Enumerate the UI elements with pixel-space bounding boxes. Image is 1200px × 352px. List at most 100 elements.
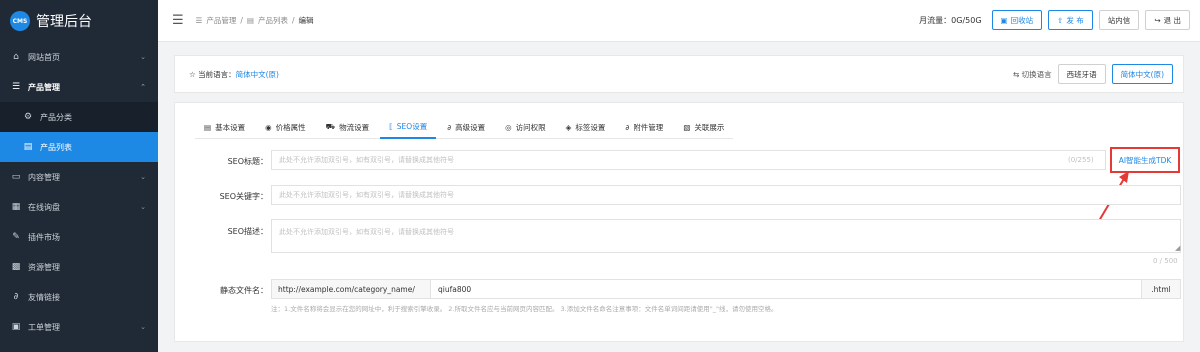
language-switcher: ⇆ 切换语言 西班牙语 简体中文(原) <box>1013 64 1173 84</box>
tab-label: 附件管理 <box>633 122 664 132</box>
messages-button[interactable]: 站内信 <box>1098 10 1140 30</box>
sidebar-item-label: 插件市场 <box>28 232 60 242</box>
sidebar-item-label: 内容管理 <box>28 172 60 182</box>
tab-logistics[interactable]: ⛟ 物流设置 <box>317 115 378 139</box>
publish-button[interactable]: ⇧ 发 布 <box>1048 10 1093 30</box>
sidebar-item-inquiries[interactable]: ▦ 在线询盘 ⌄ <box>0 192 158 222</box>
seo-title-input[interactable]: 此处不允许添加双引号，如有双引号，请替换成其他符号 <box>271 150 1106 170</box>
list-icon: ▤ <box>23 142 33 152</box>
seo-icon: ⟦ <box>389 121 393 131</box>
sidebar-item-plugin-market[interactable]: ✎ 插件市场 <box>0 222 158 252</box>
category-icon: ⚙ <box>23 112 33 122</box>
chevron-down-icon: ⌄ <box>140 203 146 211</box>
seo-keywords-label: SEO关键字： <box>219 192 268 201</box>
sidebar-item-product-list[interactable]: ▤ 产品列表 <box>0 132 158 162</box>
tab-label: 价格属性 <box>275 122 306 132</box>
language-option-chinese[interactable]: 简体中文(原) <box>1111 64 1173 84</box>
current-language-value: 简体中文(原) <box>235 69 279 79</box>
sidebar-item-home[interactable]: ⌂ 网站首页 ⌄ <box>0 42 158 72</box>
basic-icon: ▤ <box>204 122 212 132</box>
tab-price-attributes[interactable]: ◉ 价格属性 <box>256 115 315 139</box>
sidebar-item-label: 在线询盘 <box>28 202 60 212</box>
brand-title: 管理后台 <box>36 14 92 30</box>
cms-logo-icon: CMS <box>10 11 30 31</box>
seo-description-label: SEO描述： <box>227 227 268 236</box>
resize-handle-icon[interactable]: ◢ <box>1175 244 1180 252</box>
brand[interactable]: CMS 管理后台 <box>0 0 158 42</box>
tab-label: 物流设置 <box>339 122 370 132</box>
tab-related-display[interactable]: ▧ 关联展示 <box>674 115 733 139</box>
static-filename-hint: 注：1.文件名称将会显示在您的网址中，利于搜索引擎收录。 2.所取文件名应与当前… <box>271 305 778 313</box>
tab-access-permissions[interactable]: ◎ 访问权限 <box>496 115 555 139</box>
tab-label: 关联展示 <box>694 122 725 132</box>
tab-label: 访问权限 <box>515 122 546 132</box>
messages-label: 站内信 <box>1107 15 1131 25</box>
breadcrumb-list-icon: ▤ <box>246 16 255 25</box>
tab-label: SEO设置 <box>396 121 428 131</box>
breadcrumb-product-icon: ☰ <box>195 16 203 25</box>
current-language: ☆ 当前语言：简体中文(原) <box>189 69 279 80</box>
logout-button[interactable]: ↪ 退 出 <box>1145 10 1190 30</box>
breadcrumb-separator: / <box>292 16 295 25</box>
current-language-label: ☆ 当前语言： <box>189 69 236 79</box>
seo-description-placeholder: 此处不允许添加双引号，如有双引号，请替换成其他符号 <box>279 228 454 236</box>
sidebar-item-friend-links[interactable]: ∂ 友情链接 <box>0 282 158 312</box>
breadcrumb-separator: / <box>240 16 243 25</box>
tab-attachments[interactable]: ∂ 附件管理 <box>616 115 672 139</box>
sidebar-item-tickets[interactable]: ▣ 工单管理 ⌄ <box>0 312 158 342</box>
static-filename-input[interactable]: qiufa800 <box>430 279 1142 299</box>
seo-title-placeholder: 此处不允许添加双引号，如有双引号，请替换成其他符号 <box>279 156 454 164</box>
grid-icon: ▩ <box>11 262 21 272</box>
product-edit-panel: ▤ 基本设置 ◉ 价格属性 ⛟ 物流设置 ⟦ SEO设置 ∂ 高级设置 ◎ 访问权限 ◈ 标签… <box>174 102 1184 342</box>
sidebar-item-content-management[interactable]: ▭ 内容管理 ⌄ <box>0 162 158 192</box>
language-option-spanish[interactable]: 西班牙语 <box>1057 64 1106 84</box>
switch-language-label: ⇆ 切换语言 <box>1012 69 1052 79</box>
recycle-bin-button[interactable]: ▣ 回收站 <box>991 10 1043 30</box>
sidebar-item-label: 友情链接 <box>28 292 60 302</box>
sidebar-item-label: 资源管理 <box>28 262 60 272</box>
tab-tag-settings[interactable]: ◈ 标签设置 <box>557 115 615 139</box>
sidebar-item-label: 产品管理 <box>28 82 60 92</box>
seo-description-textarea[interactable]: 此处不允许添加双引号，如有双引号，请替换成其他符号 <box>271 219 1181 253</box>
breadcrumb-product-list[interactable]: 产品列表 <box>258 15 288 26</box>
breadcrumb-product-management[interactable]: 产品管理 <box>206 15 236 26</box>
sidebar-item-label: 工单管理 <box>28 322 60 332</box>
menu-icon: ☰ <box>11 82 21 92</box>
home-icon: ⌂ <box>13 52 19 62</box>
publish-icon: ⇧ <box>1057 15 1064 25</box>
tab-basic-settings[interactable]: ▤ 基本设置 <box>195 115 254 139</box>
logout-label: 退 出 <box>1163 15 1181 25</box>
link-icon: ∂ <box>13 292 19 302</box>
sidebar-item-resources[interactable]: ▩ 资源管理 <box>0 252 158 282</box>
tab-advanced-settings[interactable]: ∂ 高级设置 <box>438 115 494 139</box>
chevron-up-icon: ⌃ <box>140 83 146 91</box>
content-icon: ▭ <box>11 172 21 182</box>
advanced-icon: ∂ <box>447 122 452 132</box>
sidebar-item-product-category[interactable]: ⚙ 产品分类 <box>0 102 158 132</box>
tab-seo-settings[interactable]: ⟦ SEO设置 <box>380 115 437 139</box>
recycle-label: 回收站 <box>1010 15 1034 25</box>
related-icon: ▧ <box>683 122 691 132</box>
sidebar-submenu: ⚙ 产品分类 ▤ 产品列表 <box>0 102 158 162</box>
plugin-icon: ✎ <box>12 232 20 242</box>
tab-label: 标签设置 <box>575 122 606 132</box>
url-suffix: .html <box>1141 279 1181 299</box>
tab-label: 高级设置 <box>455 122 486 132</box>
menu-toggle-icon[interactable]: ☰ <box>172 13 184 28</box>
chevron-down-icon: ⌄ <box>140 323 146 331</box>
sidebar-item-product-management[interactable]: ☰ 产品管理 ⌃ <box>0 72 158 102</box>
chevron-down-icon: ⌄ <box>140 173 146 181</box>
price-icon: ◉ <box>265 122 272 132</box>
logout-icon: ↪ <box>1154 15 1161 25</box>
seo-description-counter: 0 / 500 <box>1153 257 1178 265</box>
topbar-actions: 月流量：0G/50G ▣ 回收站 ⇧ 发 布 站内信 ↪ 退 出 <box>919 10 1190 30</box>
inquiry-icon: ▦ <box>11 202 21 212</box>
sidebar: CMS 管理后台 ⌂ 网站首页 ⌄ ☰ 产品管理 ⌃ ⚙ 产品分类 ▤ 产品列表… <box>0 0 158 352</box>
attachment-icon: ∂ <box>625 122 630 132</box>
settings-tabs: ▤ 基本设置 ◉ 价格属性 ⛟ 物流设置 ⟦ SEO设置 ∂ 高级设置 ◎ 访问权限 ◈ 标签… <box>195 115 734 139</box>
ticket-icon: ▣ <box>11 322 21 332</box>
seo-keywords-input[interactable]: 此处不允许添加双引号，如有双引号，请替换成其他符号 <box>271 185 1181 205</box>
language-bar: ☆ 当前语言：简体中文(原) ⇆ 切换语言 西班牙语 简体中文(原) <box>174 55 1184 93</box>
sidebar-item-label: 网站首页 <box>28 52 60 62</box>
eye-icon: ◎ <box>505 122 512 132</box>
